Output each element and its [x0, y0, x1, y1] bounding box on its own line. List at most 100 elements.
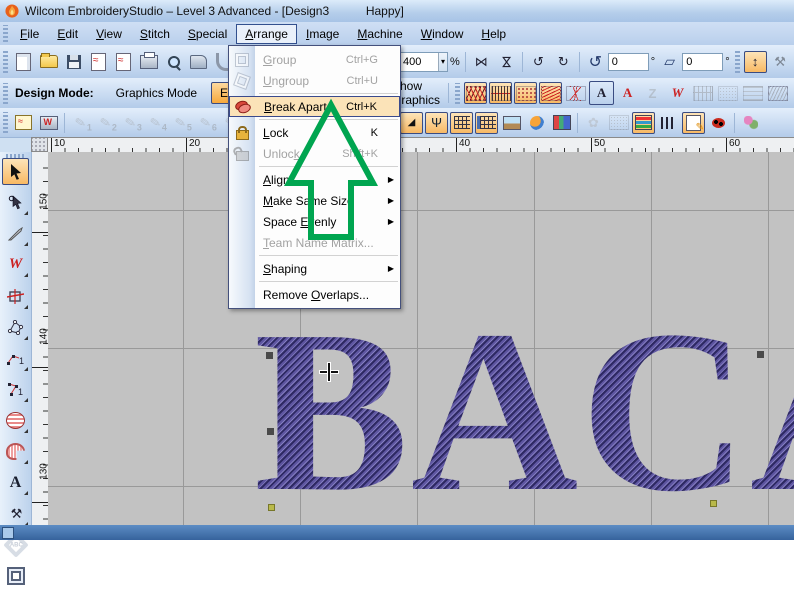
dotted-fill-button[interactable]	[716, 82, 739, 104]
menu-item-team-name-matrix[interactable]: Team Name Matrix...	[229, 232, 400, 253]
hotkey-6-button[interactable]: ✎ 6	[194, 112, 217, 134]
stitch-machine-button[interactable]	[187, 51, 210, 73]
zoom-level-combo[interactable]: 400 ▾	[398, 51, 448, 72]
hotkey-1-button[interactable]: ✎ 1	[69, 112, 92, 134]
resize-corner[interactable]	[2, 527, 14, 539]
mirror-vertical-button[interactable]: ⋈	[495, 51, 518, 73]
menu-edit[interactable]: Edit	[48, 24, 87, 44]
zoom-transform-group: 400 ▾ % ⋈ ⋈ ↺ ↻ ↺ 0 ° ▱ 0 ° ↕ ⚒	[398, 45, 793, 78]
show-bitmap-button[interactable]	[500, 112, 523, 134]
show-motifs-button[interactable]: ✿	[582, 112, 605, 134]
rotate-left-button[interactable]: ↺	[527, 51, 550, 73]
hatch-fill-button[interactable]	[766, 82, 789, 104]
show-stitch-dots-button[interactable]	[607, 112, 630, 134]
striped-lettering-button[interactable]: A	[616, 82, 639, 104]
rotate-angle-input[interactable]: 0	[607, 52, 649, 71]
production-worksheet-button[interactable]	[37, 112, 60, 134]
zigzag-stitch-toggle[interactable]	[539, 82, 563, 104]
menu-item-make-same-size[interactable]: Make Same Size ▶	[229, 190, 400, 211]
new-design-button[interactable]	[12, 51, 35, 73]
border-tool[interactable]	[2, 562, 29, 589]
menu-window[interactable]: Window	[412, 24, 473, 44]
arc-tool[interactable]	[2, 438, 29, 465]
run-stitch-toggle[interactable]	[464, 82, 488, 104]
menu-item-align[interactable]: Align ▶	[229, 169, 400, 190]
arrange-dropdown-menu: Group Ctrl+G Ungroup Ctrl+U Break Apart …	[228, 45, 401, 309]
design-notes-button[interactable]	[12, 112, 35, 134]
stitch-list-button[interactable]	[657, 112, 680, 134]
rotate-right-button[interactable]: ↻	[552, 51, 575, 73]
menu-item-space-evenly[interactable]: Space Evenly ▶	[229, 211, 400, 232]
skew-button[interactable]: ▱	[658, 51, 681, 73]
auto-digitize-tool[interactable]	[2, 283, 29, 310]
team-figures-button[interactable]: ⚒	[769, 51, 792, 73]
ribbon-stitch-button[interactable]: Z	[641, 82, 664, 104]
design-canvas[interactable]: BACA	[48, 152, 794, 525]
hotkey-4-button[interactable]: ✎ 4	[144, 112, 167, 134]
selection-handle[interactable]	[757, 351, 764, 358]
menu-stitch[interactable]: Stitch	[131, 24, 179, 44]
show-grid-toggle[interactable]	[450, 111, 473, 134]
menu-item-shaping[interactable]: Shaping ▶	[229, 258, 400, 279]
object-properties-toggle[interactable]	[682, 111, 705, 134]
menu-view[interactable]: View	[87, 24, 131, 44]
zigzag-w-button[interactable]: W	[666, 82, 689, 104]
satin-lettering-toggle[interactable]: A	[589, 81, 615, 105]
menu-help[interactable]: Help	[472, 24, 515, 44]
select-tool[interactable]	[2, 158, 29, 185]
menu-file[interactable]: File	[11, 24, 48, 44]
bug-tool-button[interactable]	[707, 112, 730, 134]
pull-compensation-toggle[interactable]: ↕	[743, 50, 767, 73]
open-design-button[interactable]	[37, 51, 60, 73]
embroidery-lettering-object[interactable]: BACA	[254, 296, 794, 526]
save-design-button[interactable]	[62, 51, 85, 73]
menu-arrange[interactable]: Arrange	[236, 23, 297, 44]
tatami-fill-toggle[interactable]	[489, 82, 513, 104]
graphics-mode-button[interactable]: Graphics Mode	[108, 83, 205, 103]
menu-machine[interactable]: Machine	[348, 24, 411, 44]
freehand-lettering-tool[interactable]: W	[2, 251, 29, 278]
show-appliques-button[interactable]	[550, 112, 573, 134]
selection-handle[interactable]	[267, 428, 274, 435]
star-polygon-tool[interactable]	[2, 314, 29, 341]
ellipse-tool[interactable]	[2, 407, 29, 434]
menu-item-lock[interactable]: Lock K	[229, 122, 400, 143]
mirror-horizontal-button[interactable]: ⋈	[470, 51, 493, 73]
rotate-by-button[interactable]: ↺	[584, 51, 607, 73]
closed-object-tool[interactable]: 1	[2, 376, 29, 403]
reshape-tool[interactable]	[2, 189, 29, 216]
menu-special[interactable]: Special	[179, 24, 236, 44]
hotkey-5-button[interactable]: ✎ 5	[169, 112, 192, 134]
motif-fill-toggle[interactable]	[514, 82, 538, 104]
hotkey-2-button[interactable]: ✎ 2	[94, 112, 117, 134]
show-rulers-toggle[interactable]	[475, 111, 498, 134]
line-fill-button[interactable]	[741, 82, 764, 104]
branching-button[interactable]	[739, 112, 762, 134]
print-preview-button[interactable]	[162, 51, 185, 73]
insert-element-button[interactable]	[112, 51, 135, 73]
team-names-tool[interactable]: ⚒	[2, 500, 29, 527]
ray-fill-button[interactable]	[564, 82, 587, 104]
menu-item-ungroup[interactable]: Ungroup Ctrl+U	[229, 70, 400, 91]
menu-item-remove-overlaps[interactable]: Remove Overlaps...	[229, 284, 400, 305]
selection-handle[interactable]	[266, 352, 273, 359]
menu-item-group[interactable]: Group Ctrl+G	[229, 49, 400, 70]
menu-item-unlock[interactable]: Unlock Shift+K	[229, 143, 400, 164]
menu-item-break-apart[interactable]: Break Apart Ctrl+K	[229, 96, 400, 117]
color-film-toggle[interactable]	[632, 111, 655, 134]
open-object-tool[interactable]: 1	[2, 345, 29, 372]
hotkey-3-button[interactable]: ✎ 3	[119, 112, 142, 134]
menu-image[interactable]: Image	[297, 24, 348, 44]
insert-design-button[interactable]	[87, 51, 110, 73]
title-bar[interactable]: Wilcom EmbroideryStudio – Level 3 Advanc…	[0, 0, 794, 23]
lettering-tool[interactable]: A	[2, 469, 29, 496]
ruler-corner-button[interactable]	[31, 137, 48, 152]
print-button[interactable]	[137, 51, 160, 73]
pulse-stitch-button[interactable]	[691, 82, 714, 104]
show-connectors-toggle[interactable]: Ψ	[425, 111, 448, 134]
show-vectors-button[interactable]	[525, 112, 548, 134]
knife-tool[interactable]	[2, 220, 29, 247]
dropdown-arrow-icon[interactable]: ▾	[437, 52, 447, 71]
skew-angle-input[interactable]: 0	[682, 52, 724, 71]
show-needle-points-toggle[interactable]: ◢	[400, 111, 423, 134]
